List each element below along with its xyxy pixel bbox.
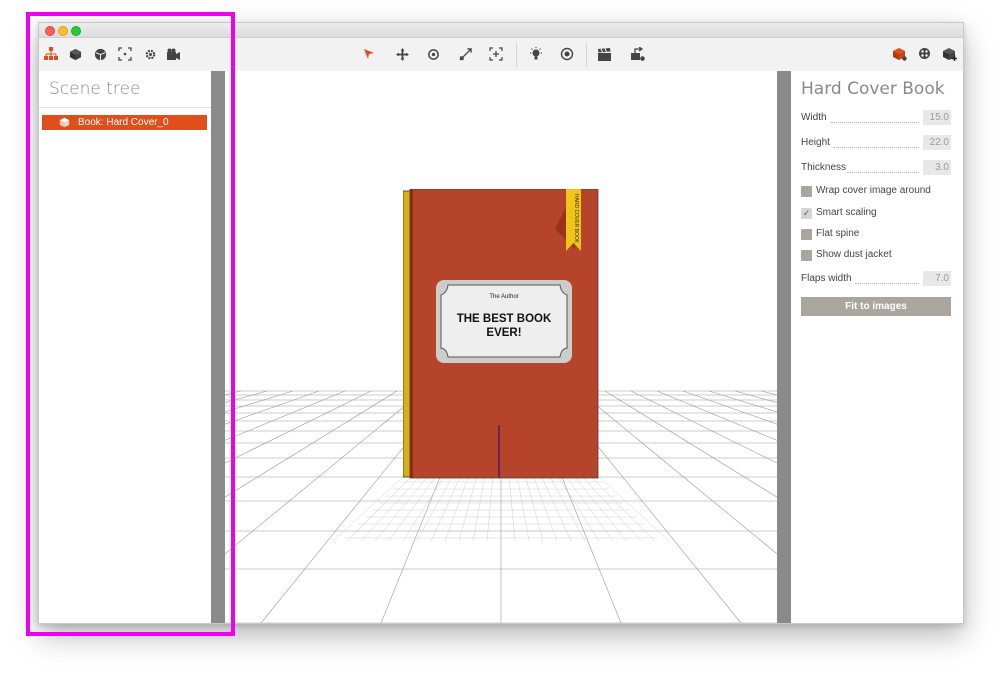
checkbox-box[interactable] [801, 250, 812, 261]
checkbox-label: Flat spine [816, 228, 860, 239]
cube-icon[interactable] [67, 46, 83, 62]
flaps-width-field: Flaps width 7.0 [801, 271, 951, 287]
book-ribbon-text: HARD COVER BOOK [573, 194, 579, 244]
frame-focus-icon[interactable] [117, 46, 133, 62]
left-splitter[interactable] [211, 71, 225, 623]
properties-title: Hard Cover Book [801, 79, 945, 99]
checkmark-icon[interactable]: ✓ [801, 208, 812, 219]
red-cube-icon[interactable] [892, 46, 908, 62]
scene-tree-title: Scene tree [49, 79, 141, 99]
checkbox-label: Wrap cover image around [816, 185, 931, 196]
thickness-input[interactable]: 3.0 [923, 160, 951, 175]
properties-panel: Hard Cover Book Width 15.0 Height 22.0 T… [791, 71, 963, 623]
book-title-line1: THE BEST BOOK [456, 313, 552, 325]
cube-icon [59, 115, 70, 133]
close-window-button[interactable] [45, 26, 55, 36]
dot-leader [833, 147, 919, 148]
book-author: The Author [489, 294, 519, 300]
export-icon[interactable] [630, 46, 646, 62]
thickness-field: Thickness 3.0 [801, 160, 951, 176]
height-input[interactable]: 22.0 [923, 135, 951, 150]
checkbox-label: Show dust jacket [816, 249, 892, 260]
zoom-window-button[interactable] [71, 26, 81, 36]
title-bar [39, 23, 963, 38]
dust-jacket-checkbox[interactable]: Show dust jacket [801, 249, 961, 263]
wrap-cover-checkbox[interactable]: Wrap cover image around [801, 185, 961, 199]
rotate-icon[interactable] [425, 46, 441, 62]
flat-spine-checkbox[interactable]: Flat spine [801, 228, 961, 242]
flaps-width-input[interactable]: 7.0 [923, 271, 951, 286]
dice-icon[interactable] [917, 46, 933, 62]
height-label: Height [801, 137, 830, 148]
width-label: Width [801, 112, 827, 123]
divider [39, 107, 211, 108]
right-splitter[interactable] [777, 71, 791, 623]
dot-leader [855, 283, 919, 284]
light-bulb-icon[interactable] [528, 46, 544, 62]
fit-icon[interactable] [488, 46, 504, 62]
render-icon[interactable] [559, 46, 575, 62]
move-icon[interactable] [394, 46, 410, 62]
width-input[interactable]: 15.0 [923, 110, 951, 125]
sphere-icon[interactable] [92, 46, 108, 62]
3d-viewport[interactable]: HARD COVER BOOK The Author THE BEST BOOK… [225, 71, 777, 623]
toolbar-separator [516, 43, 517, 67]
checkbox-box[interactable] [801, 186, 812, 197]
width-field: Width 15.0 [801, 110, 951, 126]
checkbox-label: Smart scaling [816, 207, 877, 218]
clapper-icon[interactable] [597, 46, 613, 62]
tree-item-book[interactable]: Book: Hard Cover_0 [42, 115, 207, 130]
book-model[interactable]: HARD COVER BOOK The Author THE BEST BOOK… [403, 189, 600, 479]
scene-tree-panel: Scene tree Book: Hard Cover_0 [39, 71, 211, 623]
book-title-line2: EVER! [486, 327, 522, 339]
gear-icon[interactable] [142, 46, 158, 62]
toolbar-separator [586, 43, 587, 67]
camera-icon[interactable] [166, 46, 182, 62]
scene-tree-icon[interactable] [43, 46, 59, 62]
tree-item-label: Book: Hard Cover_0 [78, 117, 169, 128]
dot-leader [831, 122, 919, 123]
smart-scaling-checkbox[interactable]: ✓ Smart scaling [801, 207, 961, 221]
height-field: Height 22.0 [801, 135, 951, 151]
add-cube-icon[interactable] [942, 46, 958, 62]
toolbar [39, 38, 963, 72]
thickness-label: Thickness [801, 162, 847, 173]
minimize-window-button[interactable] [58, 26, 68, 36]
select-arrow-icon[interactable] [361, 46, 377, 62]
fit-to-images-button[interactable]: Fit to images [801, 297, 951, 316]
dot-leader [847, 172, 919, 173]
checkbox-box[interactable] [801, 229, 812, 240]
app-window: Scene tree Book: Hard Cover_0 HARD COVER… [38, 22, 964, 624]
scale-icon[interactable] [457, 46, 473, 62]
flaps-width-label: Flaps width [801, 273, 852, 284]
